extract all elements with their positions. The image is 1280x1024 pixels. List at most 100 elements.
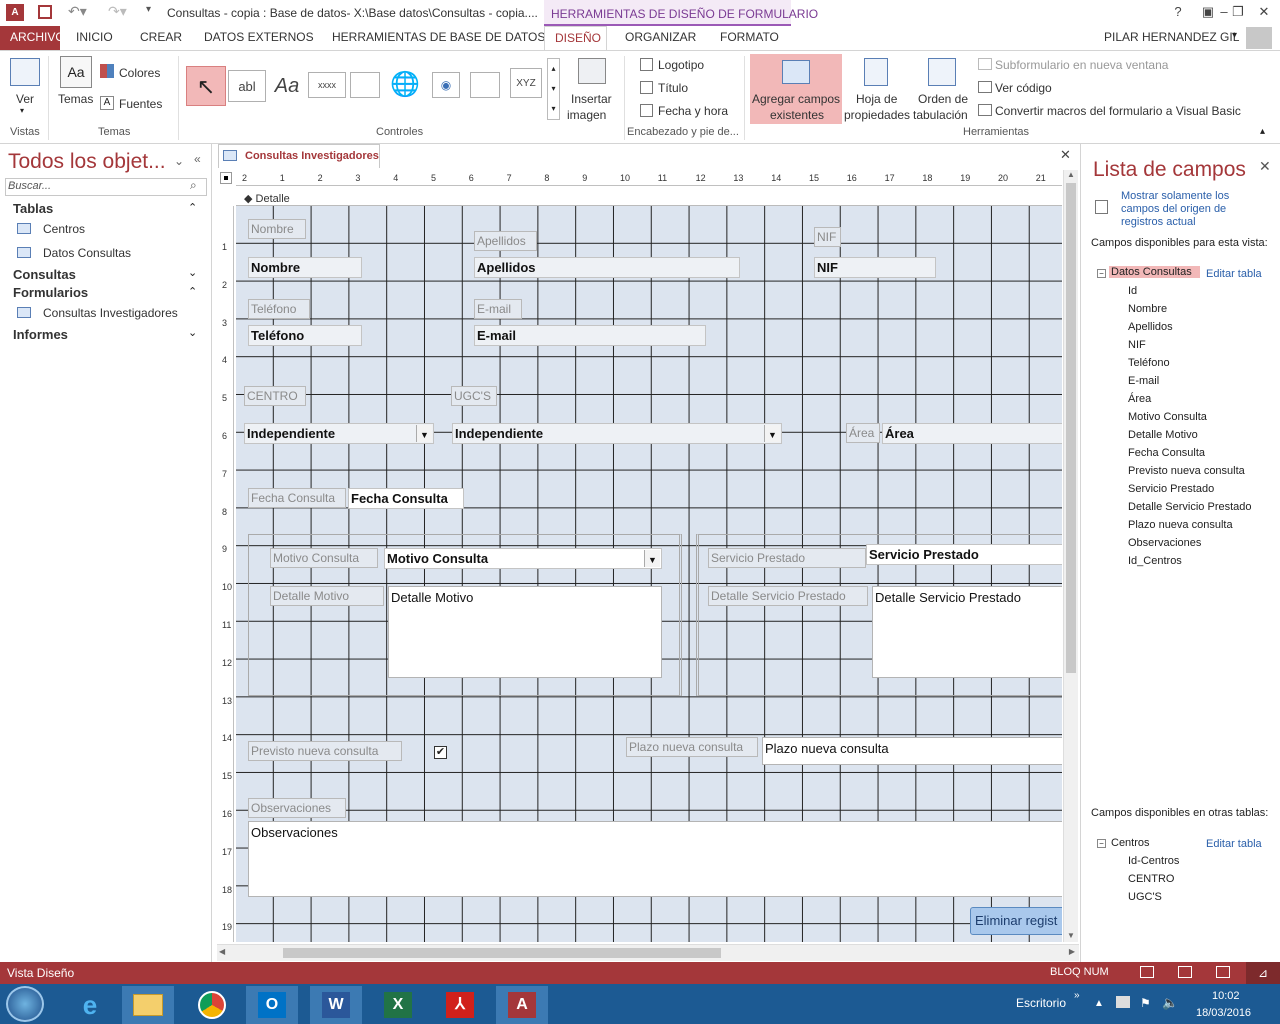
field-apellidos[interactable]: Apellidos	[474, 257, 740, 278]
subform-new-window-button[interactable]: Subformulario en nueva ventana	[995, 58, 1168, 72]
title-button[interactable]: Título	[658, 81, 688, 95]
close-button[interactable]: ✕	[1252, 4, 1276, 20]
logo-button[interactable]: Logotipo	[658, 58, 704, 72]
field-detalle-servicio[interactable]: Detalle Servicio Prestado	[872, 586, 1062, 678]
tab-order-icon[interactable]	[928, 58, 956, 86]
scroll-left-icon[interactable]: ◀	[219, 947, 225, 956]
chevron-down-icon[interactable]: ▾	[20, 106, 24, 115]
network-icon[interactable]	[1116, 996, 1130, 1008]
field-detalle-motivo[interactable]: Detalle Motivo	[388, 586, 662, 678]
tab-control-icon[interactable]	[350, 72, 380, 98]
chevron-up-icon[interactable]: ⌃	[188, 285, 197, 298]
fonts-button[interactable]: Fuentes	[119, 97, 162, 111]
field-list-item[interactable]: Área	[1128, 393, 1151, 405]
property-sheet-icon[interactable]	[864, 58, 888, 86]
nav-group-tablas[interactable]: Tablas	[13, 201, 53, 216]
restore-button[interactable]: ❐	[1226, 4, 1250, 20]
date-time-icon[interactable]	[640, 104, 653, 117]
colors-icon[interactable]	[100, 64, 114, 78]
scroll-up-icon[interactable]: ▲	[1064, 170, 1078, 179]
nav-menu-icon[interactable]: ⌄	[174, 154, 184, 168]
avatar[interactable]	[1246, 27, 1272, 49]
view-code-button[interactable]: Ver código	[995, 81, 1052, 95]
clock-date[interactable]: 18/03/2016	[1196, 1007, 1251, 1019]
label-servicio-prestado[interactable]: Servicio Prestado	[708, 548, 866, 568]
field-list-item[interactable]: Teléfono	[1128, 357, 1170, 369]
tab-formato[interactable]: FORMATO	[710, 26, 789, 50]
form-design-canvas[interactable]: Nombre Apellidos NIF Nombre Apellidos NI…	[236, 206, 1062, 942]
scroll-thumb[interactable]	[1066, 183, 1076, 673]
horizontal-scrollbar[interactable]: ◀ ▶	[217, 944, 1079, 961]
chevron-down-icon[interactable]: ▼	[416, 425, 432, 442]
field-list-item[interactable]: Nombre	[1128, 303, 1167, 315]
other-field-item[interactable]: CENTRO	[1128, 873, 1174, 885]
checkbox-previsto-nueva-consulta[interactable]: ✔	[434, 746, 447, 759]
navigation-control-icon[interactable]	[470, 72, 500, 98]
field-list-item[interactable]: NIF	[1128, 339, 1146, 351]
tab-herramientas-base-datos[interactable]: HERRAMIENTAS DE BASE DE DATOS	[322, 26, 555, 50]
combo-motivo-consulta[interactable]: Motivo Consulta ▼	[384, 548, 662, 569]
form-selector[interactable]	[220, 172, 232, 184]
design-view-icon[interactable]: ⊿	[1246, 962, 1280, 984]
label-observaciones[interactable]: Observaciones	[248, 798, 346, 818]
access-app-icon[interactable]: A	[6, 4, 24, 21]
nav-title[interactable]: Todos los objet...	[8, 150, 166, 174]
label-previsto-nueva-consulta[interactable]: Previsto nueva consulta	[248, 741, 402, 761]
section-bar-detalle[interactable]: ◆ Detalle	[236, 188, 1062, 206]
field-list-item[interactable]: Fecha Consulta	[1128, 447, 1205, 459]
label-apellidos[interactable]: Apellidos	[474, 231, 537, 251]
scroll-down-icon[interactable]: ▼	[1064, 931, 1078, 940]
chevron-down-icon[interactable]: ▼	[644, 550, 660, 567]
view-icon[interactable]	[10, 58, 40, 86]
label-nombre[interactable]: Nombre	[248, 219, 306, 239]
combo-ugcs[interactable]: Independiente ▼	[452, 423, 782, 444]
label-fecha-consulta[interactable]: Fecha Consulta	[248, 488, 346, 508]
label-detalle-servicio[interactable]: Detalle Servicio Prestado	[708, 586, 868, 606]
chrome-icon[interactable]	[186, 986, 238, 1024]
collapse-ribbon-icon[interactable]: ▴	[1260, 126, 1265, 137]
table-datos-consultas[interactable]: Datos Consultas	[1109, 266, 1200, 278]
tab-organizar[interactable]: ORGANIZAR	[615, 26, 706, 50]
tray-up-icon[interactable]: ▲	[1094, 998, 1104, 1009]
field-email[interactable]: E-mail	[474, 325, 706, 346]
field-nif[interactable]: NIF	[814, 257, 936, 278]
word-icon[interactable]: W	[310, 986, 362, 1024]
close-document-icon[interactable]: ✕	[1060, 147, 1071, 163]
chevron-down-icon[interactable]: ▼	[764, 425, 780, 442]
show-only-link[interactable]: Mostrar solamente los campos del origen …	[1121, 190, 1261, 229]
field-list-item[interactable]: Servicio Prestado	[1128, 483, 1214, 495]
collapse-box-icon[interactable]: −	[1097, 839, 1106, 848]
nav-group-consultas[interactable]: Consultas	[13, 267, 76, 282]
collapse-box-icon[interactable]: −	[1097, 269, 1106, 278]
field-list-item[interactable]: Previsto nueva consulta	[1128, 465, 1245, 477]
close-icon[interactable]: ✕	[1259, 158, 1271, 175]
tab-order-label-1[interactable]: Orden de	[918, 92, 968, 106]
field-list-item[interactable]: Observaciones	[1128, 537, 1201, 549]
label-telefono[interactable]: Teléfono	[248, 299, 310, 319]
field-list-item[interactable]: Detalle Motivo	[1128, 429, 1198, 441]
label-nif[interactable]: NIF	[814, 227, 841, 247]
web-browser-control-icon[interactable]: ◉	[432, 72, 460, 98]
themes-icon[interactable]: Aa	[60, 56, 92, 88]
title-icon[interactable]	[640, 81, 653, 94]
help-button[interactable]: ?	[1166, 4, 1190, 19]
scroll-right-icon[interactable]: ▶	[1069, 947, 1075, 956]
other-field-item[interactable]: Id-Centros	[1128, 855, 1179, 867]
logo-icon[interactable]	[640, 58, 653, 71]
fonts-icon[interactable]: A	[100, 96, 114, 110]
field-list-item[interactable]: Plazo nueva consulta	[1128, 519, 1233, 531]
search-icon[interactable]: ⌕	[190, 178, 197, 193]
flag-icon[interactable]: ⚑	[1140, 996, 1151, 1010]
undo-icon[interactable]: ↶▾	[68, 3, 87, 20]
start-button[interactable]	[6, 986, 44, 1022]
field-list-item[interactable]: Id	[1128, 285, 1137, 297]
tab-datos-externos[interactable]: DATOS EXTERNOS	[194, 26, 324, 50]
field-list-item[interactable]: Apellidos	[1128, 321, 1173, 333]
option-group-control-icon[interactable]: XYZ	[510, 68, 542, 98]
layout-view-icon[interactable]	[1216, 966, 1230, 978]
insert-image-label-1[interactable]: Insertar	[571, 92, 612, 106]
explorer-icon[interactable]	[122, 986, 174, 1024]
view-button[interactable]: Ver	[16, 92, 34, 106]
delete-record-button[interactable]: Eliminar regist	[970, 907, 1062, 935]
save-icon[interactable]	[38, 5, 52, 19]
